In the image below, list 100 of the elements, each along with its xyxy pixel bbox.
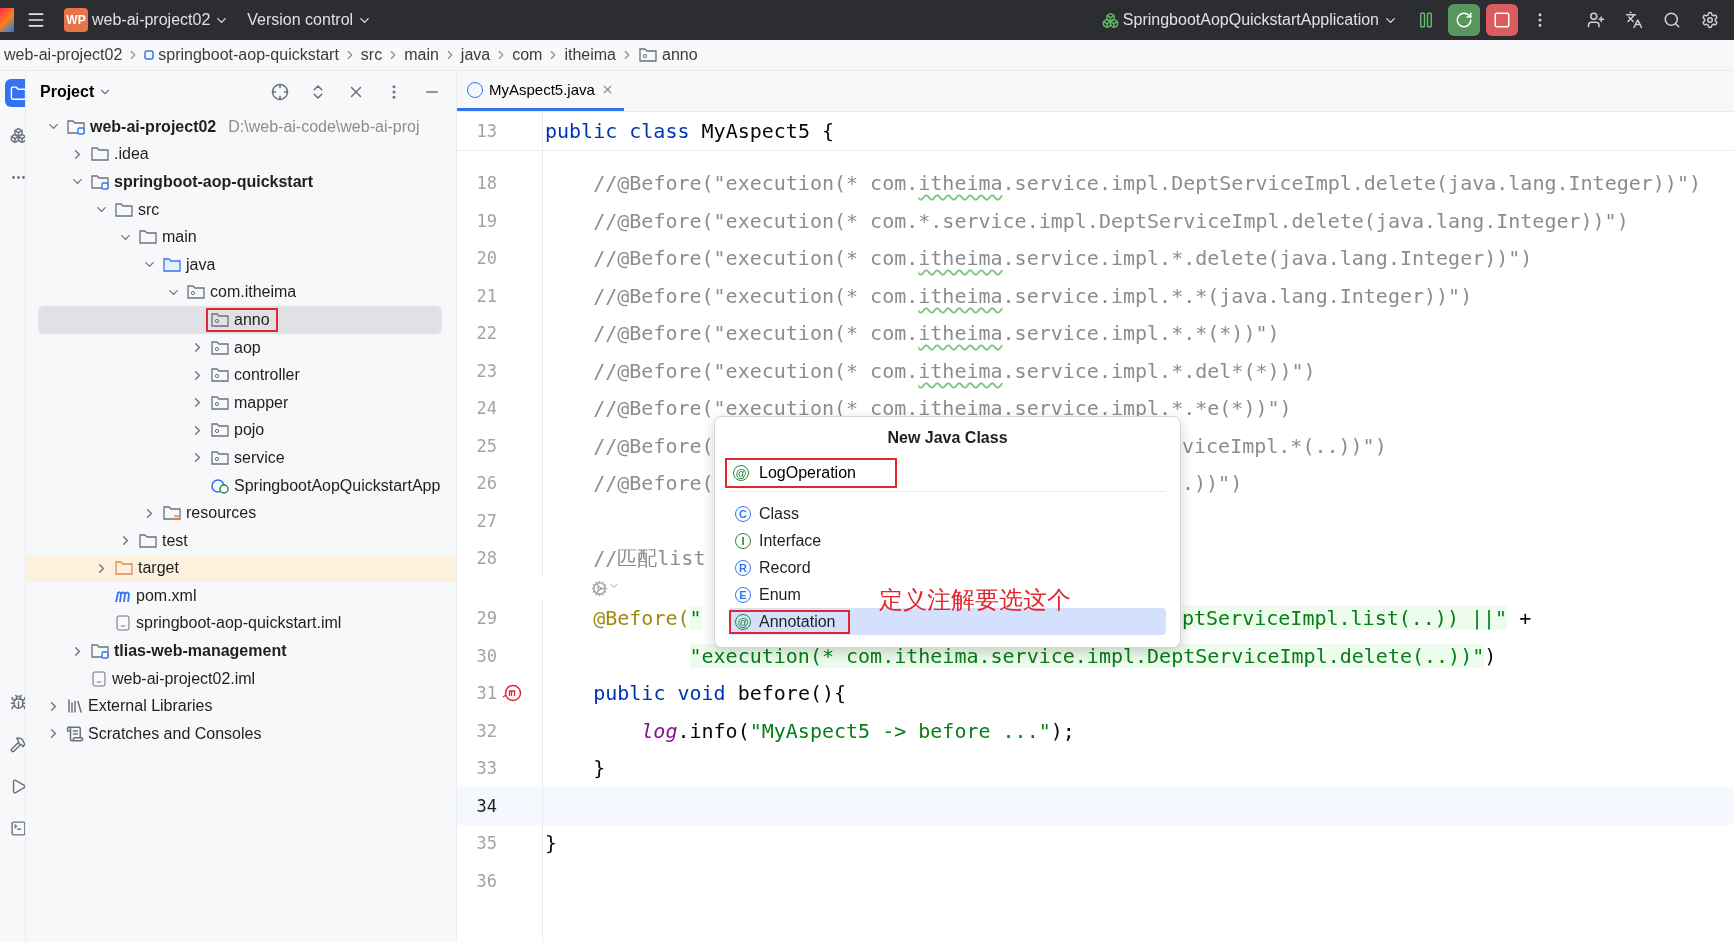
code-text: //匹配list [592, 544, 706, 572]
gear-menu-icon[interactable] [591, 579, 620, 597]
tree-item[interactable]: controller [26, 361, 456, 389]
code-text: public void before(){ [592, 681, 847, 706]
tree-item[interactable]: SpringbootAopQuickstartApp [26, 471, 456, 500]
tree-item[interactable]: mapper [26, 388, 456, 417]
file-icon [90, 669, 108, 688]
stop-icon[interactable] [1493, 11, 1511, 29]
scratches-icon [66, 724, 84, 743]
tree-item[interactable]: service [26, 444, 456, 472]
class-kind-option[interactable]: I Interface [729, 527, 844, 554]
code-text: viceImpl.*(..))") [1182, 433, 1387, 458]
tree-item[interactable]: Scratches and Consoles [26, 720, 456, 748]
tree-item[interactable]: main [26, 223, 456, 251]
tree-item-label: tlias-web-management [114, 642, 287, 661]
breadcrumb-item[interactable]: anno [634, 46, 702, 64]
popup-title: New Java Class [886, 429, 1009, 447]
line-number: 26 [475, 473, 497, 494]
code-text: //@Before("execution(* com.itheima.service.impl.*.del*(*))") [592, 358, 1316, 383]
line-number: 29 [475, 608, 497, 629]
tree-item[interactable]: target [26, 554, 456, 583]
class-name-input[interactable]: LogOperation [759, 464, 879, 482]
code-text: } [545, 831, 558, 856]
breadcrumb-item[interactable]: web-ai-project02 [0, 46, 127, 64]
vcs-selector[interactable]: Version control [241, 7, 379, 33]
tree-item[interactable]: web-ai-project02.iml [26, 664, 456, 693]
menu-icon[interactable] [26, 10, 46, 30]
stop-button[interactable] [1486, 4, 1518, 36]
class-kind-option[interactable]: E Enum [729, 581, 823, 608]
tree-item[interactable]: test [26, 526, 456, 555]
code-text: public class MyAspect5 { [545, 118, 834, 143]
folder-icon [114, 559, 134, 578]
folder-icon [162, 255, 182, 274]
line-number: 33 [475, 758, 497, 779]
class-kind-option[interactable]: R Record [729, 554, 833, 581]
tree-item-label: Scratches and Consoles [88, 724, 262, 743]
run-config-icon[interactable] [1101, 11, 1119, 29]
line-number: 13 [475, 120, 497, 141]
tree-item[interactable]: aop [26, 333, 456, 362]
tree-item[interactable]: springboot-aop-quickstart [26, 168, 456, 196]
folder-icon [138, 531, 158, 550]
tree-item[interactable]: src [26, 195, 456, 224]
line-number: 30 [475, 645, 497, 666]
project-view-selector[interactable]: Project [40, 83, 113, 101]
tree-item[interactable]: pojo [26, 416, 456, 445]
tree-item[interactable]: .idea [26, 140, 456, 169]
line-number: 24 [475, 398, 497, 419]
package-icon [210, 393, 230, 412]
run-config-selector[interactable]: SpringbootAopQuickstartApplication [1095, 7, 1404, 33]
code-text: } [592, 756, 606, 781]
tree-item[interactable]: tlias-web-management [26, 637, 456, 665]
package-icon [186, 283, 206, 302]
tree-item[interactable]: anno [38, 306, 442, 334]
breadcrumb-item[interactable]: itheima [560, 46, 620, 64]
breadcrumb-item[interactable]: springboot-aop-quickstart [140, 46, 343, 64]
package-icon [210, 448, 230, 467]
line-number: 36 [475, 870, 497, 891]
option-label: Interface [759, 531, 822, 550]
tree-item-label: controller [234, 366, 300, 385]
code-text: //@Before("execution(* com.itheima.service.impl.*.*(java.lang.Integer))") [592, 283, 1473, 308]
tree-item-label: resources [186, 504, 257, 523]
project-tool-button[interactable] [5, 79, 25, 107]
breadcrumb-item[interactable]: com [508, 46, 547, 64]
class-name-field[interactable]: @ LogOperation [725, 458, 897, 488]
code-text: log.info("MyAspect5 -> before ..."); [640, 718, 1075, 743]
code-text: //@Before("execution(* com.itheima.service.impl.*.*e(*))") [592, 396, 1292, 421]
line-number: 31 [475, 683, 497, 704]
tree-item-label: anno [234, 310, 270, 329]
tree-item[interactable]: External Libraries [26, 692, 456, 721]
tree-item-label: External Libraries [88, 697, 213, 716]
package-icon [210, 366, 230, 385]
code-text: //@Before("execution(* com.itheima.service.impl.*.*(*))") [592, 321, 1280, 346]
folder-icon [114, 200, 134, 219]
editor-tab[interactable]: MyAspect5.java [457, 71, 624, 111]
tree-item-label: target [138, 559, 179, 578]
line-number: 34 [475, 795, 497, 816]
class-kind-option[interactable]: C Class [729, 500, 821, 527]
breadcrumb-item[interactable]: main [400, 46, 443, 64]
option-label: Class [759, 504, 799, 523]
tree-item[interactable]: com.itheima [26, 278, 456, 307]
tree-item[interactable]: resources [26, 499, 456, 527]
tree-item[interactable]: springboot-aop-quickstart.iml [26, 609, 456, 638]
code-text: .))") [1182, 471, 1243, 496]
rerun-button[interactable] [1448, 4, 1480, 36]
package-icon [210, 310, 230, 329]
package-icon [210, 421, 230, 440]
code-text: //@Before( [592, 433, 714, 458]
module-icon [90, 642, 110, 661]
line-number: 20 [475, 248, 497, 269]
breadcrumb-item[interactable]: java [456, 46, 495, 64]
tree-item-label: springboot-aop-quickstart [114, 173, 314, 191]
tree-item[interactable]: pom.xml [26, 582, 456, 610]
tree-item[interactable]: java [26, 250, 456, 279]
folder-icon [138, 228, 158, 247]
tree-item-label: .idea [114, 145, 149, 164]
line-number: 35 [475, 833, 497, 854]
tree-item-label: pojo [234, 421, 265, 440]
breadcrumb-item[interactable]: src [356, 46, 387, 64]
project-selector[interactable]: WP web-ai-project02 [58, 4, 236, 36]
tree-item[interactable]: web-ai-project02 D:\web-ai-code\web-ai-proj [26, 113, 456, 141]
